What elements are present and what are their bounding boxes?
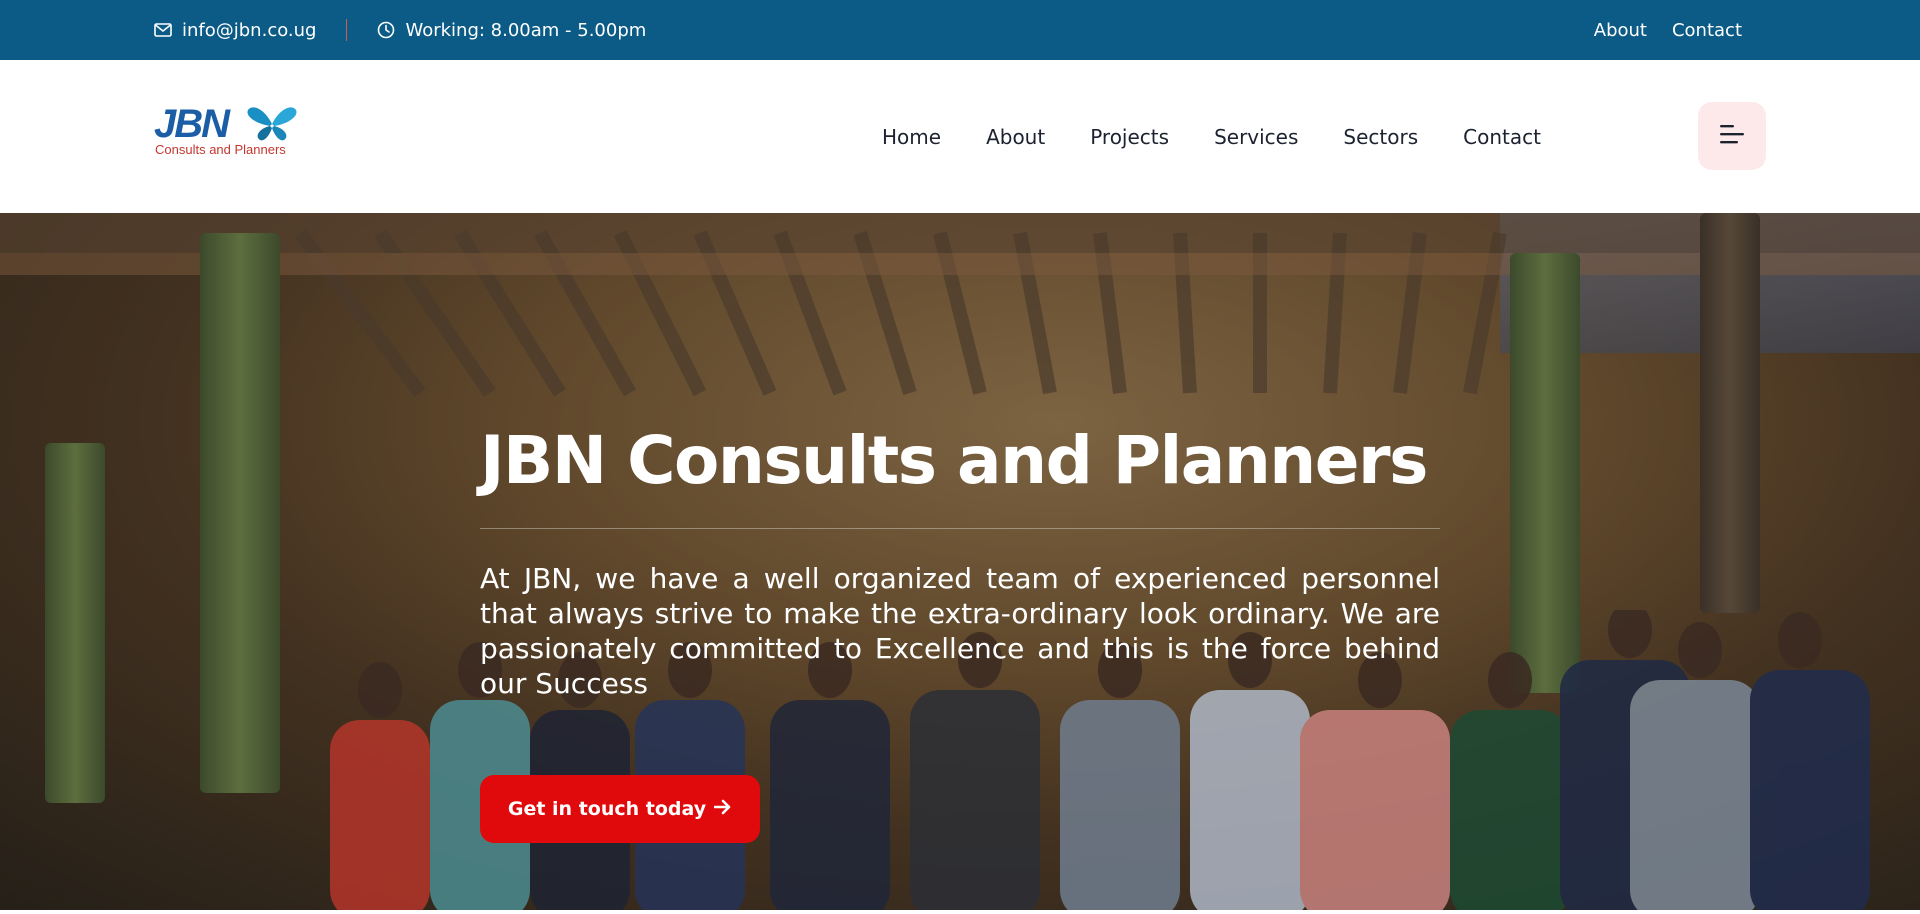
hours-info: Working: 8.00am - 5.00pm [377, 20, 646, 41]
hero-section: JBN Consults and Planners At JBN, we hav… [0, 213, 1920, 910]
top-bar: info@jbn.co.ug Working: 8.00am - 5.00pm … [0, 0, 1920, 60]
email-text[interactable]: info@jbn.co.ug [182, 20, 316, 41]
logo-subtitle: Consults and Planners [155, 142, 286, 157]
top-bar-contact-info: info@jbn.co.ug Working: 8.00am - 5.00pm [154, 0, 646, 60]
hero-background-column [1700, 213, 1760, 613]
butterfly-logo-icon [246, 106, 298, 146]
nav-item-sectors[interactable]: Sectors [1343, 125, 1418, 149]
hero-title: JBN Consults and Planners [480, 422, 1428, 499]
nav-item-services[interactable]: Services [1214, 125, 1298, 149]
main-nav: Home About Projects Services Sectors Con… [882, 60, 1541, 213]
clock-icon [377, 21, 395, 39]
hours-text: Working: 8.00am - 5.00pm [405, 19, 647, 41]
nav-item-home[interactable]: Home [882, 125, 941, 149]
nav-item-projects[interactable]: Projects [1090, 125, 1169, 149]
cta-label: Get in touch today [507, 798, 707, 820]
hero-divider [480, 528, 1440, 529]
logo-wordmark: JBN [154, 102, 230, 146]
menu-button[interactable] [1698, 102, 1766, 170]
site-logo[interactable]: JBN Consults and Planners [154, 102, 304, 158]
email-info[interactable]: info@jbn.co.ug [154, 20, 316, 41]
top-link-contact[interactable]: Contact [1672, 20, 1742, 41]
hero-content: JBN Consults and Planners At JBN, we hav… [480, 428, 1440, 701]
hero-description: At JBN, we have a well organized team of… [480, 562, 1440, 700]
arrow-right-icon [713, 798, 732, 820]
envelope-icon [154, 23, 172, 37]
divider [346, 19, 348, 41]
top-bar-links: About Contact [1594, 0, 1742, 60]
main-header: JBN Consults and Planners Home About Pro… [0, 60, 1920, 213]
nav-item-about[interactable]: About [986, 125, 1045, 149]
hamburger-menu-icon [1718, 123, 1746, 149]
hero-background-pergola [0, 213, 1920, 398]
get-in-touch-button[interactable]: Get in touch today [480, 775, 760, 843]
top-link-about[interactable]: About [1594, 20, 1647, 41]
nav-item-contact[interactable]: Contact [1463, 125, 1541, 149]
